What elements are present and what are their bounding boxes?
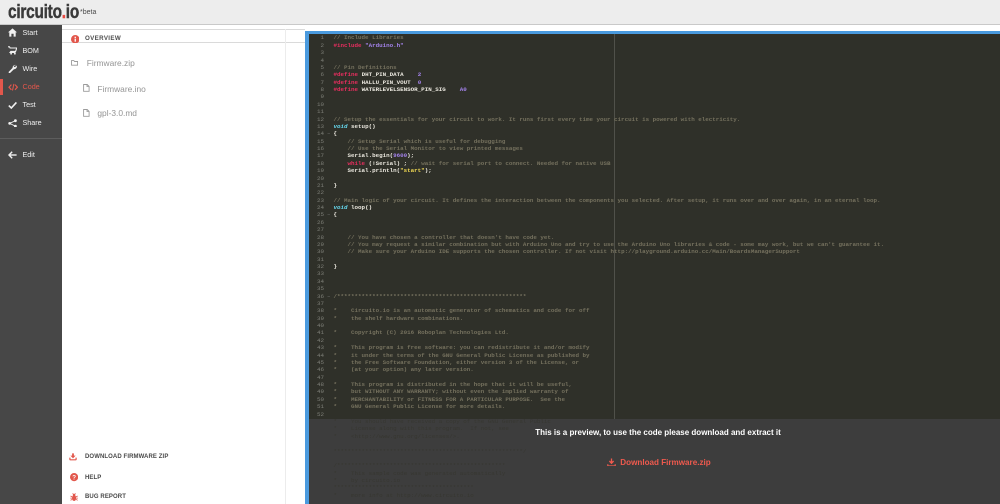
svg-text:?: ? (72, 475, 76, 482)
